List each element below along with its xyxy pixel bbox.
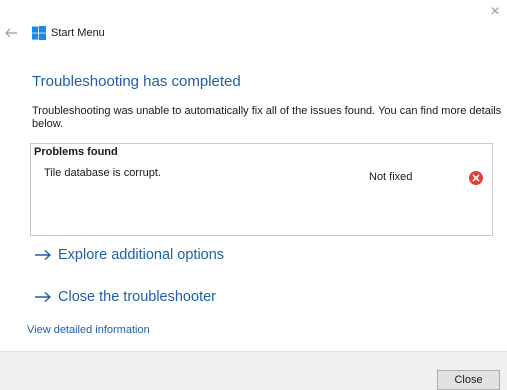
arrow-right-icon xyxy=(35,249,52,261)
problem-description: Tile database is corrupt. xyxy=(44,167,161,179)
close-troubleshooter-link[interactable]: Close the troubleshooter xyxy=(34,289,216,305)
error-icon xyxy=(469,171,483,185)
close-button[interactable]: Close xyxy=(437,370,500,390)
footer-bar: Close xyxy=(0,351,507,390)
problems-panel: Problems found Tile database is corrupt.… xyxy=(30,143,493,236)
window-title: Start Menu xyxy=(51,27,105,39)
close-troubleshooter-label: Close the troubleshooter xyxy=(58,289,216,305)
troubleshooter-window: × Start Menu Troubleshooting has complet… xyxy=(0,0,507,390)
view-details-link[interactable]: View detailed information xyxy=(27,324,150,336)
page-title: Troubleshooting has completed xyxy=(32,73,241,90)
back-arrow-icon[interactable] xyxy=(4,26,18,40)
explore-options-link[interactable]: Explore additional options xyxy=(34,247,224,263)
problems-title: Problems found xyxy=(34,146,118,158)
explore-options-label: Explore additional options xyxy=(58,247,225,263)
window-close-icon[interactable]: × xyxy=(487,4,503,20)
arrow-right-icon xyxy=(35,291,52,303)
windows-logo-icon xyxy=(32,26,46,40)
problem-status: Not fixed xyxy=(369,171,413,183)
description-text: Troubleshooting was unable to automatica… xyxy=(32,105,502,130)
